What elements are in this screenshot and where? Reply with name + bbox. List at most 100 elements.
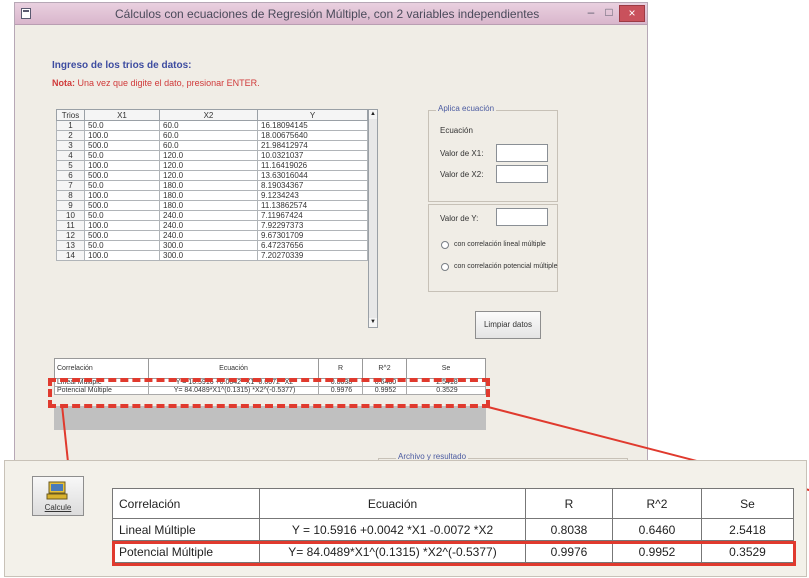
table-row[interactable]: 1 50.0 60.0 16.18094145 <box>56 120 368 131</box>
y-cell[interactable]: 13.63016044 <box>257 170 368 181</box>
trio-cell: 4 <box>56 150 85 161</box>
table-row[interactable]: 8 100.0 180.0 9.1234243 <box>56 190 368 201</box>
trio-cell: 1 <box>56 120 85 131</box>
results-header-se: Se <box>406 358 486 379</box>
aplica-ecuacion-caption: Aplica ecuación <box>436 104 497 113</box>
y-cell[interactable]: 18.00675640 <box>257 130 368 141</box>
zoom-row1-r2: 0.6460 <box>612 518 702 541</box>
results-header-r: R <box>318 358 363 379</box>
table-row[interactable]: 12 500.0 240.0 9.67301709 <box>56 230 368 241</box>
x2-cell[interactable]: 60.0 <box>159 120 258 131</box>
trio-cell: 7 <box>56 180 85 191</box>
x2-label: Valor de X2: <box>440 170 484 179</box>
maximize-button[interactable]: □ <box>601 5 617 22</box>
y-cell[interactable]: 8.19034367 <box>257 180 368 191</box>
potential-radio[interactable] <box>441 263 449 271</box>
x1-cell[interactable]: 50.0 <box>84 210 160 221</box>
results-header-ecuacion: Ecuación <box>148 358 319 379</box>
results-header-r2: R^2 <box>362 358 407 379</box>
y-cell[interactable]: 11.13862574 <box>257 200 368 211</box>
zoom-row1-correlacion: Lineal Múltiple <box>112 518 260 541</box>
table-row[interactable]: 2 100.0 60.0 18.00675640 <box>56 130 368 141</box>
note-text: Una vez que digite el dato, presionar EN… <box>77 78 260 88</box>
y-cell[interactable]: 11.16419026 <box>257 160 368 171</box>
table-row[interactable]: 6 500.0 120.0 13.63016044 <box>56 170 368 181</box>
x2-cell[interactable]: 120.0 <box>159 170 258 181</box>
x2-cell[interactable]: 240.0 <box>159 220 258 231</box>
x1-cell[interactable]: 100.0 <box>84 130 160 141</box>
x2-cell[interactable]: 240.0 <box>159 210 258 221</box>
table-row[interactable]: 5 100.0 120.0 11.16419026 <box>56 160 368 171</box>
linear-radio[interactable] <box>441 241 449 249</box>
x2-cell[interactable]: 300.0 <box>159 240 258 251</box>
app-icon <box>21 8 31 19</box>
x1-cell[interactable]: 50.0 <box>84 240 160 251</box>
table-row[interactable]: 11 100.0 240.0 7.92297373 <box>56 220 368 231</box>
linear-radio-label: con correlación lineal múltiple <box>454 241 546 248</box>
x1-cell[interactable]: 100.0 <box>84 220 160 231</box>
y-cell[interactable]: 16.18094145 <box>257 120 368 131</box>
minimize-button[interactable]: – <box>583 5 599 22</box>
trio-cell: 3 <box>56 140 85 151</box>
y-cell[interactable]: 6.47237656 <box>257 240 368 251</box>
scroll-up-icon[interactable]: ▲ <box>369 110 377 119</box>
table-row[interactable]: 13 50.0 300.0 6.47237656 <box>56 240 368 251</box>
x1-input[interactable] <box>496 144 548 162</box>
x1-cell[interactable]: 500.0 <box>84 230 160 241</box>
y-cell[interactable]: 9.67301709 <box>257 230 368 241</box>
trio-cell: 12 <box>56 230 85 241</box>
potential-radio-label: con correlación potencial múltiple <box>454 263 558 270</box>
zoom-row1-ecuacion: Y = 10.5916 +0.0042 *X1 -0.0072 *X2 <box>259 518 526 541</box>
close-button[interactable]: × <box>619 5 645 22</box>
y-output[interactable] <box>496 208 548 226</box>
x2-cell[interactable]: 60.0 <box>159 140 258 151</box>
x2-input[interactable] <box>496 165 548 183</box>
results-empty-area <box>54 406 486 430</box>
x1-cell[interactable]: 500.0 <box>84 200 160 211</box>
table-row[interactable]: 14 100.0 300.0 7.20270339 <box>56 250 368 261</box>
grid-header-x1: X1 <box>84 109 160 121</box>
table-row[interactable]: 7 50.0 180.0 8.19034367 <box>56 180 368 191</box>
y-cell[interactable]: 7.92297373 <box>257 220 368 231</box>
x1-cell[interactable]: 100.0 <box>84 250 160 261</box>
trio-cell: 14 <box>56 250 85 261</box>
grid-header-x2: X2 <box>159 109 258 121</box>
x2-cell[interactable]: 120.0 <box>159 150 258 161</box>
table-row[interactable]: 4 50.0 120.0 10.0321037 <box>56 150 368 161</box>
x1-cell[interactable]: 50.0 <box>84 180 160 191</box>
x2-cell[interactable]: 180.0 <box>159 180 258 191</box>
x1-cell[interactable]: 50.0 <box>84 120 160 131</box>
grid-scrollbar[interactable]: ▲ ▼ <box>368 109 378 328</box>
x2-cell[interactable]: 60.0 <box>159 130 258 141</box>
y-cell[interactable]: 21.98412974 <box>257 140 368 151</box>
x1-cell[interactable]: 50.0 <box>84 150 160 161</box>
x1-label: Valor de X1: <box>440 149 484 158</box>
table-row[interactable]: 10 50.0 240.0 7.11967424 <box>56 210 368 221</box>
x2-cell[interactable]: 180.0 <box>159 190 258 201</box>
x2-cell[interactable]: 120.0 <box>159 160 258 171</box>
x2-cell[interactable]: 300.0 <box>159 250 258 261</box>
equation-label: Ecuación <box>440 126 473 135</box>
table-row[interactable]: 9 500.0 180.0 11.13862574 <box>56 200 368 211</box>
zoom-row-highlight <box>112 541 796 566</box>
trio-cell: 10 <box>56 210 85 221</box>
x1-cell[interactable]: 500.0 <box>84 140 160 151</box>
scroll-down-icon[interactable]: ▼ <box>369 318 377 327</box>
data-grid[interactable]: Trios X1 X2 Y 1 50.0 60.0 16.18094145 2 100.0… <box>56 109 368 261</box>
y-cell[interactable]: 10.0321037 <box>257 150 368 161</box>
y-cell[interactable]: 7.11967424 <box>257 210 368 221</box>
trio-cell: 6 <box>56 170 85 181</box>
x1-cell[interactable]: 100.0 <box>84 190 160 201</box>
x1-cell[interactable]: 500.0 <box>84 170 160 181</box>
y-cell[interactable]: 9.1234243 <box>257 190 368 201</box>
x1-cell[interactable]: 100.0 <box>84 160 160 171</box>
calculate-button[interactable]: Calcule <box>32 476 84 516</box>
x2-cell[interactable]: 240.0 <box>159 230 258 241</box>
table-row[interactable]: 3 500.0 60.0 21.98412974 <box>56 140 368 151</box>
trio-cell: 11 <box>56 220 85 231</box>
x2-cell[interactable]: 180.0 <box>159 200 258 211</box>
y-cell[interactable]: 7.20270339 <box>257 250 368 261</box>
clear-data-button[interactable]: Limpiar datos <box>475 311 541 339</box>
window-title: Cálculos con ecuaciones de Regresión Múl… <box>115 7 540 21</box>
trio-cell: 13 <box>56 240 85 251</box>
